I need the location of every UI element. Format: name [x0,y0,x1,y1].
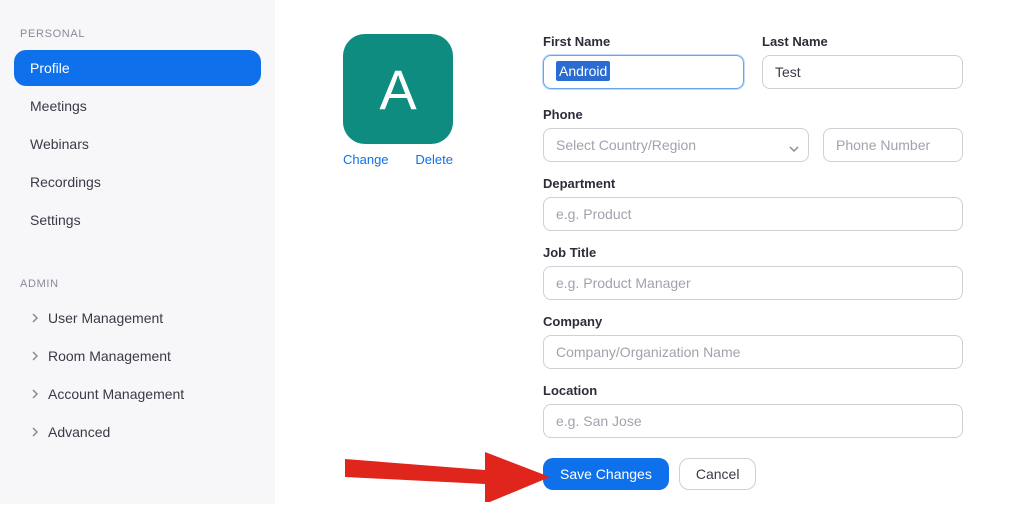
chevron-down-icon [789,141,799,157]
last-name-label: Last Name [762,34,963,49]
sidebar-item-label: Webinars [30,136,89,152]
sidebar-item-room-management[interactable]: Room Management [14,338,261,374]
save-changes-button[interactable]: Save Changes [543,458,669,490]
phone-country-select[interactable]: Select Country/Region [543,128,809,162]
location-label: Location [543,383,963,398]
phone-country-placeholder: Select Country/Region [556,137,696,153]
sidebar-item-user-management[interactable]: User Management [14,300,261,336]
first-name-input[interactable]: Android [543,55,744,89]
main-content: A Change Delete First Name Android Last … [275,0,1024,504]
sidebar-item-meetings[interactable]: Meetings [14,88,261,124]
location-input[interactable] [543,404,963,438]
sidebar-item-label: User Management [48,310,163,326]
avatar-change-link[interactable]: Change [343,152,389,167]
company-input[interactable] [543,335,963,369]
chevron-right-icon [30,388,42,400]
department-label: Department [543,176,963,191]
phone-number-input[interactable] [823,128,963,162]
first-name-label: First Name [543,34,744,49]
avatar-delete-link[interactable]: Delete [415,152,453,167]
sidebar-item-label: Advanced [48,424,110,440]
profile-form: First Name Android Last Name Phone Selec… [543,34,963,490]
sidebar-item-advanced[interactable]: Advanced [14,414,261,450]
last-name-input[interactable] [762,55,963,89]
cancel-label: Cancel [696,466,740,482]
chevron-right-icon [30,350,42,362]
sidebar-item-label: Meetings [30,98,87,114]
cancel-button[interactable]: Cancel [679,458,757,490]
sidebar-item-account-management[interactable]: Account Management [14,376,261,412]
chevron-right-icon [30,426,42,438]
avatar-column: A Change Delete [343,34,543,490]
sidebar-item-label: Room Management [48,348,171,364]
sidebar-item-label: Account Management [48,386,184,402]
sidebar-section-admin: ADMIN [20,278,261,290]
sidebar-section-personal: PERSONAL [20,28,261,40]
avatar: A [343,34,453,144]
sidebar: PERSONAL Profile Meetings Webinars Recor… [0,0,275,504]
avatar-initial: A [379,57,416,122]
save-changes-label: Save Changes [560,466,652,482]
phone-label: Phone [543,107,963,122]
sidebar-item-label: Profile [30,60,70,76]
chevron-right-icon [30,312,42,324]
sidebar-item-profile[interactable]: Profile [14,50,261,86]
department-input[interactable] [543,197,963,231]
sidebar-item-recordings[interactable]: Recordings [14,164,261,200]
company-label: Company [543,314,963,329]
job-title-label: Job Title [543,245,963,260]
sidebar-item-label: Settings [30,212,81,228]
sidebar-item-label: Recordings [30,174,101,190]
job-title-input[interactable] [543,266,963,300]
first-name-selected-text: Android [556,61,610,81]
sidebar-item-settings[interactable]: Settings [14,202,261,238]
sidebar-item-webinars[interactable]: Webinars [14,126,261,162]
